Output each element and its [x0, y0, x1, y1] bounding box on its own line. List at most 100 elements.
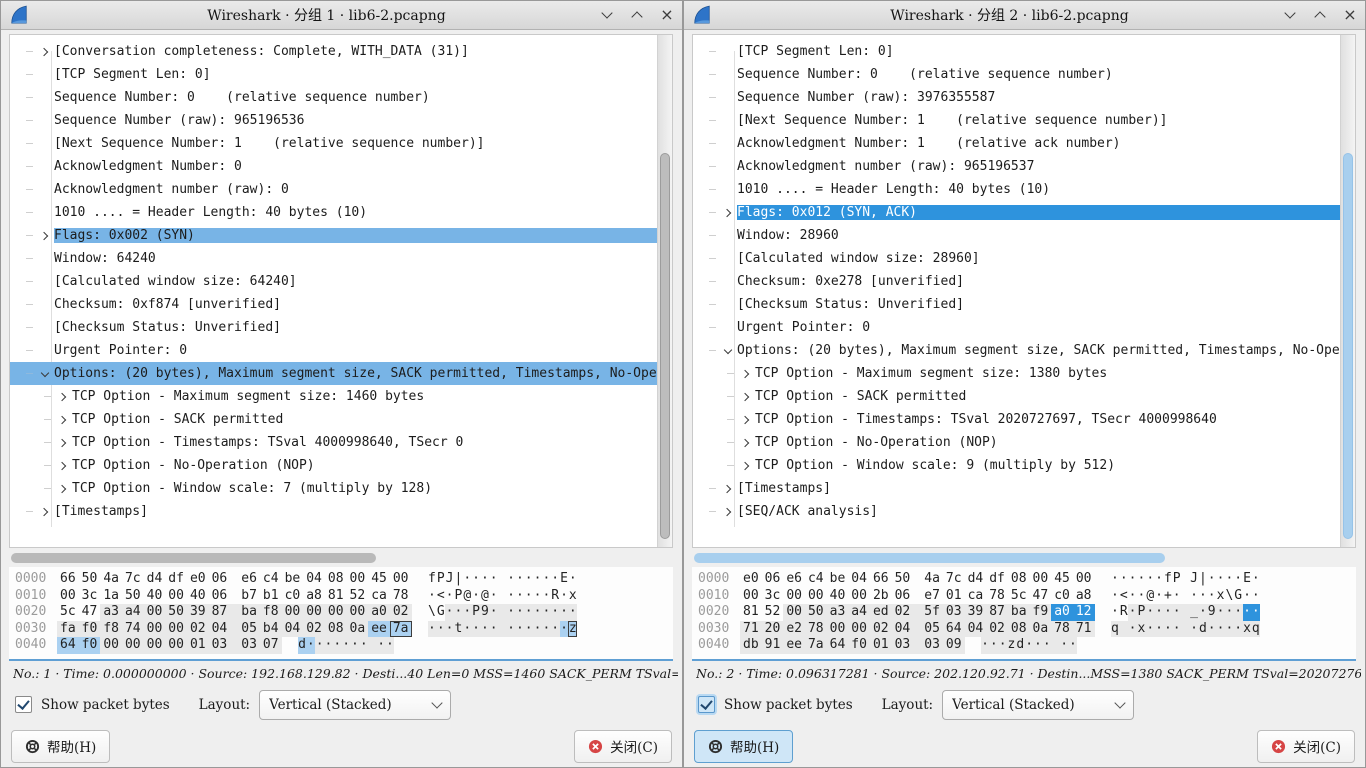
tree-expander-icon[interactable]	[737, 417, 755, 423]
hex-bytes[interactable]: e006e6c4be0466504a7cd4df08004500	[740, 571, 1095, 588]
tree-expander-icon[interactable]	[737, 394, 755, 400]
hex-row[interactable]: 00205c47a3a400503987baf800000000a002\G··…	[15, 604, 673, 621]
hex-bytes[interactable]: 81520050a3a4ed025f033987baf9a012	[740, 604, 1095, 621]
scrollbar-thumb[interactable]	[660, 153, 670, 539]
hex-bytes[interactable]: 003c000040002b06e701ca785c47c0a8	[740, 588, 1095, 605]
hex-row[interactable]: 0000e006e6c4be0466504a7cd4df08004500····…	[698, 571, 1356, 588]
scrollbar-thumb[interactable]	[1343, 153, 1353, 539]
show-packet-bytes-checkbox[interactable]	[15, 696, 32, 713]
help-button[interactable]: 帮助(H)	[11, 730, 110, 763]
tree-row[interactable]: TCP Option - Maximum segment size: 1460 …	[10, 385, 658, 408]
tree-row[interactable]: [Next Sequence Number: 1 (relative seque…	[10, 132, 658, 155]
hex-ascii[interactable]: d·········	[298, 637, 395, 654]
hex-row[interactable]: 0010003c1a5040004006b7b1c0a88152ca78·<·P…	[15, 588, 673, 605]
tree-row[interactable]: Sequence Number (raw): 3976355587	[693, 86, 1341, 109]
hex-bytes[interactable]: faf0f8740000020405b40402080aee7a	[57, 621, 412, 638]
tree-row[interactable]: TCP Option - Timestamps: TSval 400099864…	[10, 431, 658, 454]
hex-row[interactable]: 0040db91ee7a64f001030309···zd·····	[698, 637, 1356, 654]
tree-expander-icon[interactable]	[719, 210, 737, 216]
tree-row[interactable]: Acknowledgment number (raw): 965196537	[693, 155, 1341, 178]
tree-row[interactable]: Options: (20 bytes), Maximum segment siz…	[693, 339, 1341, 362]
hex-bytes[interactable]: 64f00000000001030307	[57, 637, 282, 654]
tree-expander-icon[interactable]	[36, 372, 54, 376]
tree-vertical-scrollbar[interactable]	[657, 35, 672, 547]
tree-row[interactable]: [Timestamps]	[693, 477, 1341, 500]
maximize-icon[interactable]	[630, 8, 644, 22]
scrollbar-thumb[interactable]	[694, 553, 1165, 563]
tree-row[interactable]: Sequence Number: 0 (relative sequence nu…	[10, 86, 658, 109]
tree-expander-icon[interactable]	[54, 463, 72, 469]
tree-expander-icon[interactable]	[36, 233, 54, 239]
hex-row[interactable]: 0030faf0f8740000020405b40402080aee7a···t…	[15, 621, 673, 638]
tree-expander-icon[interactable]	[737, 463, 755, 469]
hex-row[interactable]: 004064f00000000001030307d·········	[15, 637, 673, 654]
tree-row[interactable]: TCP Option - Timestamps: TSval 202072769…	[693, 408, 1341, 431]
tree-expander-icon[interactable]	[54, 417, 72, 423]
tree-row[interactable]: [Next Sequence Number: 1 (relative seque…	[693, 109, 1341, 132]
hex-ascii[interactable]: ······fPJ|····E·	[1111, 571, 1261, 588]
tree-row[interactable]: [Checksum Status: Unverified]	[10, 316, 658, 339]
hex-bytes[interactable]: 003c1a5040004006b7b1c0a88152ca78	[57, 588, 412, 605]
hex-bytes[interactable]: 5c47a3a400503987baf800000000a002	[57, 604, 412, 621]
tree-row[interactable]: TCP Option - Maximum segment size: 1380 …	[693, 362, 1341, 385]
tree-expander-icon[interactable]	[54, 486, 72, 492]
layout-dropdown[interactable]: Vertical (Stacked)	[942, 690, 1134, 720]
hex-row[interactable]: 000066504a7cd4dfe006e6c4be0408004500fPJ|…	[15, 571, 673, 588]
tree-row[interactable]: Window: 64240	[10, 247, 658, 270]
tree-expander-icon[interactable]	[36, 49, 54, 55]
tree-row[interactable]: [TCP Segment Len: 0]	[693, 40, 1341, 63]
tree-expander-icon[interactable]	[737, 440, 755, 446]
tree-row[interactable]: Sequence Number: 0 (relative sequence nu…	[693, 63, 1341, 86]
help-button[interactable]: 帮助(H)	[694, 730, 793, 763]
tree-vertical-scrollbar[interactable]	[1340, 35, 1355, 547]
close-button[interactable]: 关闭(C)	[574, 730, 672, 763]
tree-row[interactable]: Acknowledgment number (raw): 0	[10, 178, 658, 201]
hex-ascii[interactable]: ···t···········z	[428, 621, 578, 638]
hex-bytes[interactable]: 7120e2780000020405640402080a7871	[740, 621, 1095, 638]
hex-row[interactable]: 002081520050a3a4ed025f033987baf9a012·R·P…	[698, 604, 1356, 621]
tree-row[interactable]: 1010 .... = Header Length: 40 bytes (10)	[10, 201, 658, 224]
tree-row[interactable]: TCP Option - No-Operation (NOP)	[693, 431, 1341, 454]
hex-ascii[interactable]: ···zd·····	[981, 637, 1078, 654]
titlebar[interactable]: Wireshark · 分组 2 · lib6-2.pcapng ×	[684, 1, 1365, 30]
hex-row[interactable]: 0010003c000040002b06e701ca785c47c0a8·<··…	[698, 588, 1356, 605]
tree-row[interactable]: Sequence Number (raw): 965196536	[10, 109, 658, 132]
tree-row[interactable]: [SEQ/ACK analysis]	[693, 500, 1341, 523]
tree-row[interactable]: Urgent Pointer: 0	[10, 339, 658, 362]
tree-row[interactable]: TCP Option - Window scale: 9 (multiply b…	[693, 454, 1341, 477]
close-icon[interactable]: ×	[1343, 8, 1357, 22]
tree-row[interactable]: 1010 .... = Header Length: 40 bytes (10)	[693, 178, 1341, 201]
tree-row[interactable]: TCP Option - Window scale: 7 (multiply b…	[10, 477, 658, 500]
close-button[interactable]: 关闭(C)	[1257, 730, 1355, 763]
tree-row[interactable]: Window: 28960	[693, 224, 1341, 247]
tree-expander-icon[interactable]	[54, 394, 72, 400]
hex-ascii[interactable]: fPJ|··········E·	[428, 571, 578, 588]
hex-bytes[interactable]: db91ee7a64f001030309	[740, 637, 965, 654]
tree-row[interactable]: Flags: 0x002 (SYN)	[10, 224, 658, 247]
tree-expander-icon[interactable]	[54, 440, 72, 446]
tree-row[interactable]: [Checksum Status: Unverified]	[693, 293, 1341, 316]
hex-bytes[interactable]: 66504a7cd4dfe006e6c4be0408004500	[57, 571, 412, 588]
tree-row[interactable]: [Calculated window size: 64240]	[10, 270, 658, 293]
close-icon[interactable]: ×	[660, 8, 674, 22]
hex-ascii[interactable]: q ·x·····d····xq	[1111, 621, 1261, 638]
tree-expander-icon[interactable]	[36, 509, 54, 515]
tree-expander-icon[interactable]	[719, 486, 737, 492]
tree-expander-icon[interactable]	[719, 509, 737, 515]
tree-row[interactable]: Checksum: 0xe278 [unverified]	[693, 270, 1341, 293]
tree-horizontal-scrollbar[interactable]	[9, 552, 673, 564]
titlebar[interactable]: Wireshark · 分组 1 · lib6-2.pcapng ×	[1, 1, 682, 30]
hex-ascii[interactable]: ·<·P@·@······R·x	[428, 588, 578, 605]
tree-row[interactable]: Urgent Pointer: 0	[693, 316, 1341, 339]
hex-ascii[interactable]: \G···P9·········	[428, 604, 578, 621]
tree-expander-icon[interactable]	[719, 349, 737, 353]
tree-row[interactable]: Checksum: 0xf874 [unverified]	[10, 293, 658, 316]
minimize-icon[interactable]	[1283, 8, 1297, 22]
minimize-icon[interactable]	[600, 8, 614, 22]
hex-ascii[interactable]: ·R·P····_·9·····	[1111, 604, 1261, 621]
tree-horizontal-scrollbar[interactable]	[692, 552, 1356, 564]
tree-row[interactable]: Acknowledgment Number: 1 (relative ack n…	[693, 132, 1341, 155]
hex-ascii[interactable]: ·<··@·+····x\G··	[1111, 588, 1261, 605]
tree-row[interactable]: [TCP Segment Len: 0]	[10, 63, 658, 86]
tree-row[interactable]: TCP Option - No-Operation (NOP)	[10, 454, 658, 477]
